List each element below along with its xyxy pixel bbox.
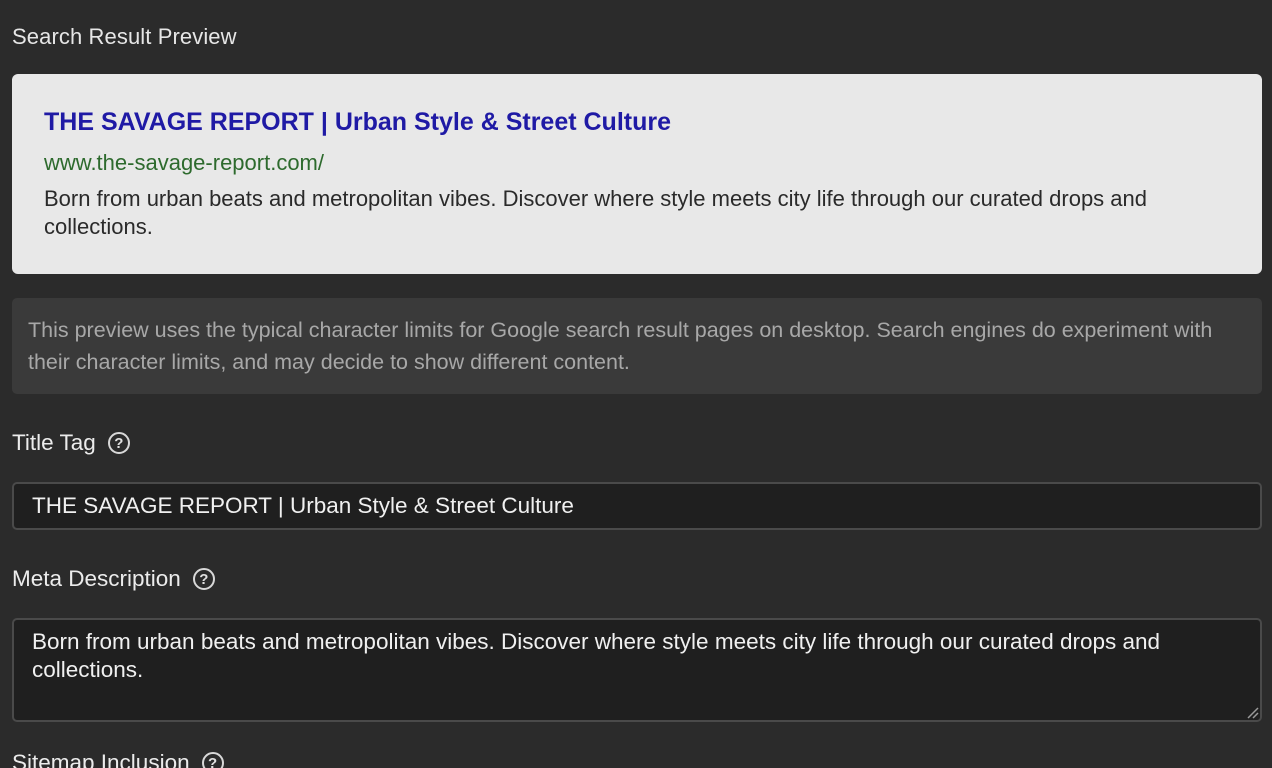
meta-description-textarea[interactable]: Born from urban beats and metropolitan v… bbox=[12, 618, 1262, 722]
serp-preview-description: Born from urban beats and metropolitan v… bbox=[44, 186, 1147, 239]
character-limit-notice: This preview uses the typical character … bbox=[12, 298, 1262, 394]
sitemap-inclusion-help-icon[interactable]: ? bbox=[201, 752, 224, 768]
meta-description-label: Meta Description bbox=[12, 566, 181, 591]
resize-handle-icon[interactable] bbox=[1245, 705, 1259, 719]
title-tag-label-row: Title Tag ? bbox=[12, 430, 130, 456]
sitemap-inclusion-label-row: Sitemap Inclusion ? bbox=[12, 750, 224, 768]
seo-settings-panel: Search Result Preview THE SAVAGE REPORT … bbox=[0, 0, 1272, 768]
meta-description-field-wrap: Born from urban beats and metropolitan v… bbox=[12, 618, 1262, 722]
title-tag-label: Title Tag bbox=[12, 430, 96, 455]
sitemap-inclusion-label: Sitemap Inclusion bbox=[12, 750, 190, 768]
meta-description-help-icon[interactable]: ? bbox=[192, 568, 215, 590]
meta-description-label-row: Meta Description ? bbox=[12, 566, 215, 592]
search-result-preview-heading: Search Result Preview bbox=[12, 24, 237, 49]
title-tag-input[interactable] bbox=[12, 482, 1262, 530]
title-tag-help-icon[interactable]: ? bbox=[107, 432, 130, 454]
serp-preview-url: www.the-savage-report.com/ bbox=[44, 150, 324, 175]
serp-preview-card: THE SAVAGE REPORT | Urban Style & Street… bbox=[12, 74, 1262, 274]
serp-preview-title: THE SAVAGE REPORT | Urban Style & Street… bbox=[44, 108, 672, 136]
